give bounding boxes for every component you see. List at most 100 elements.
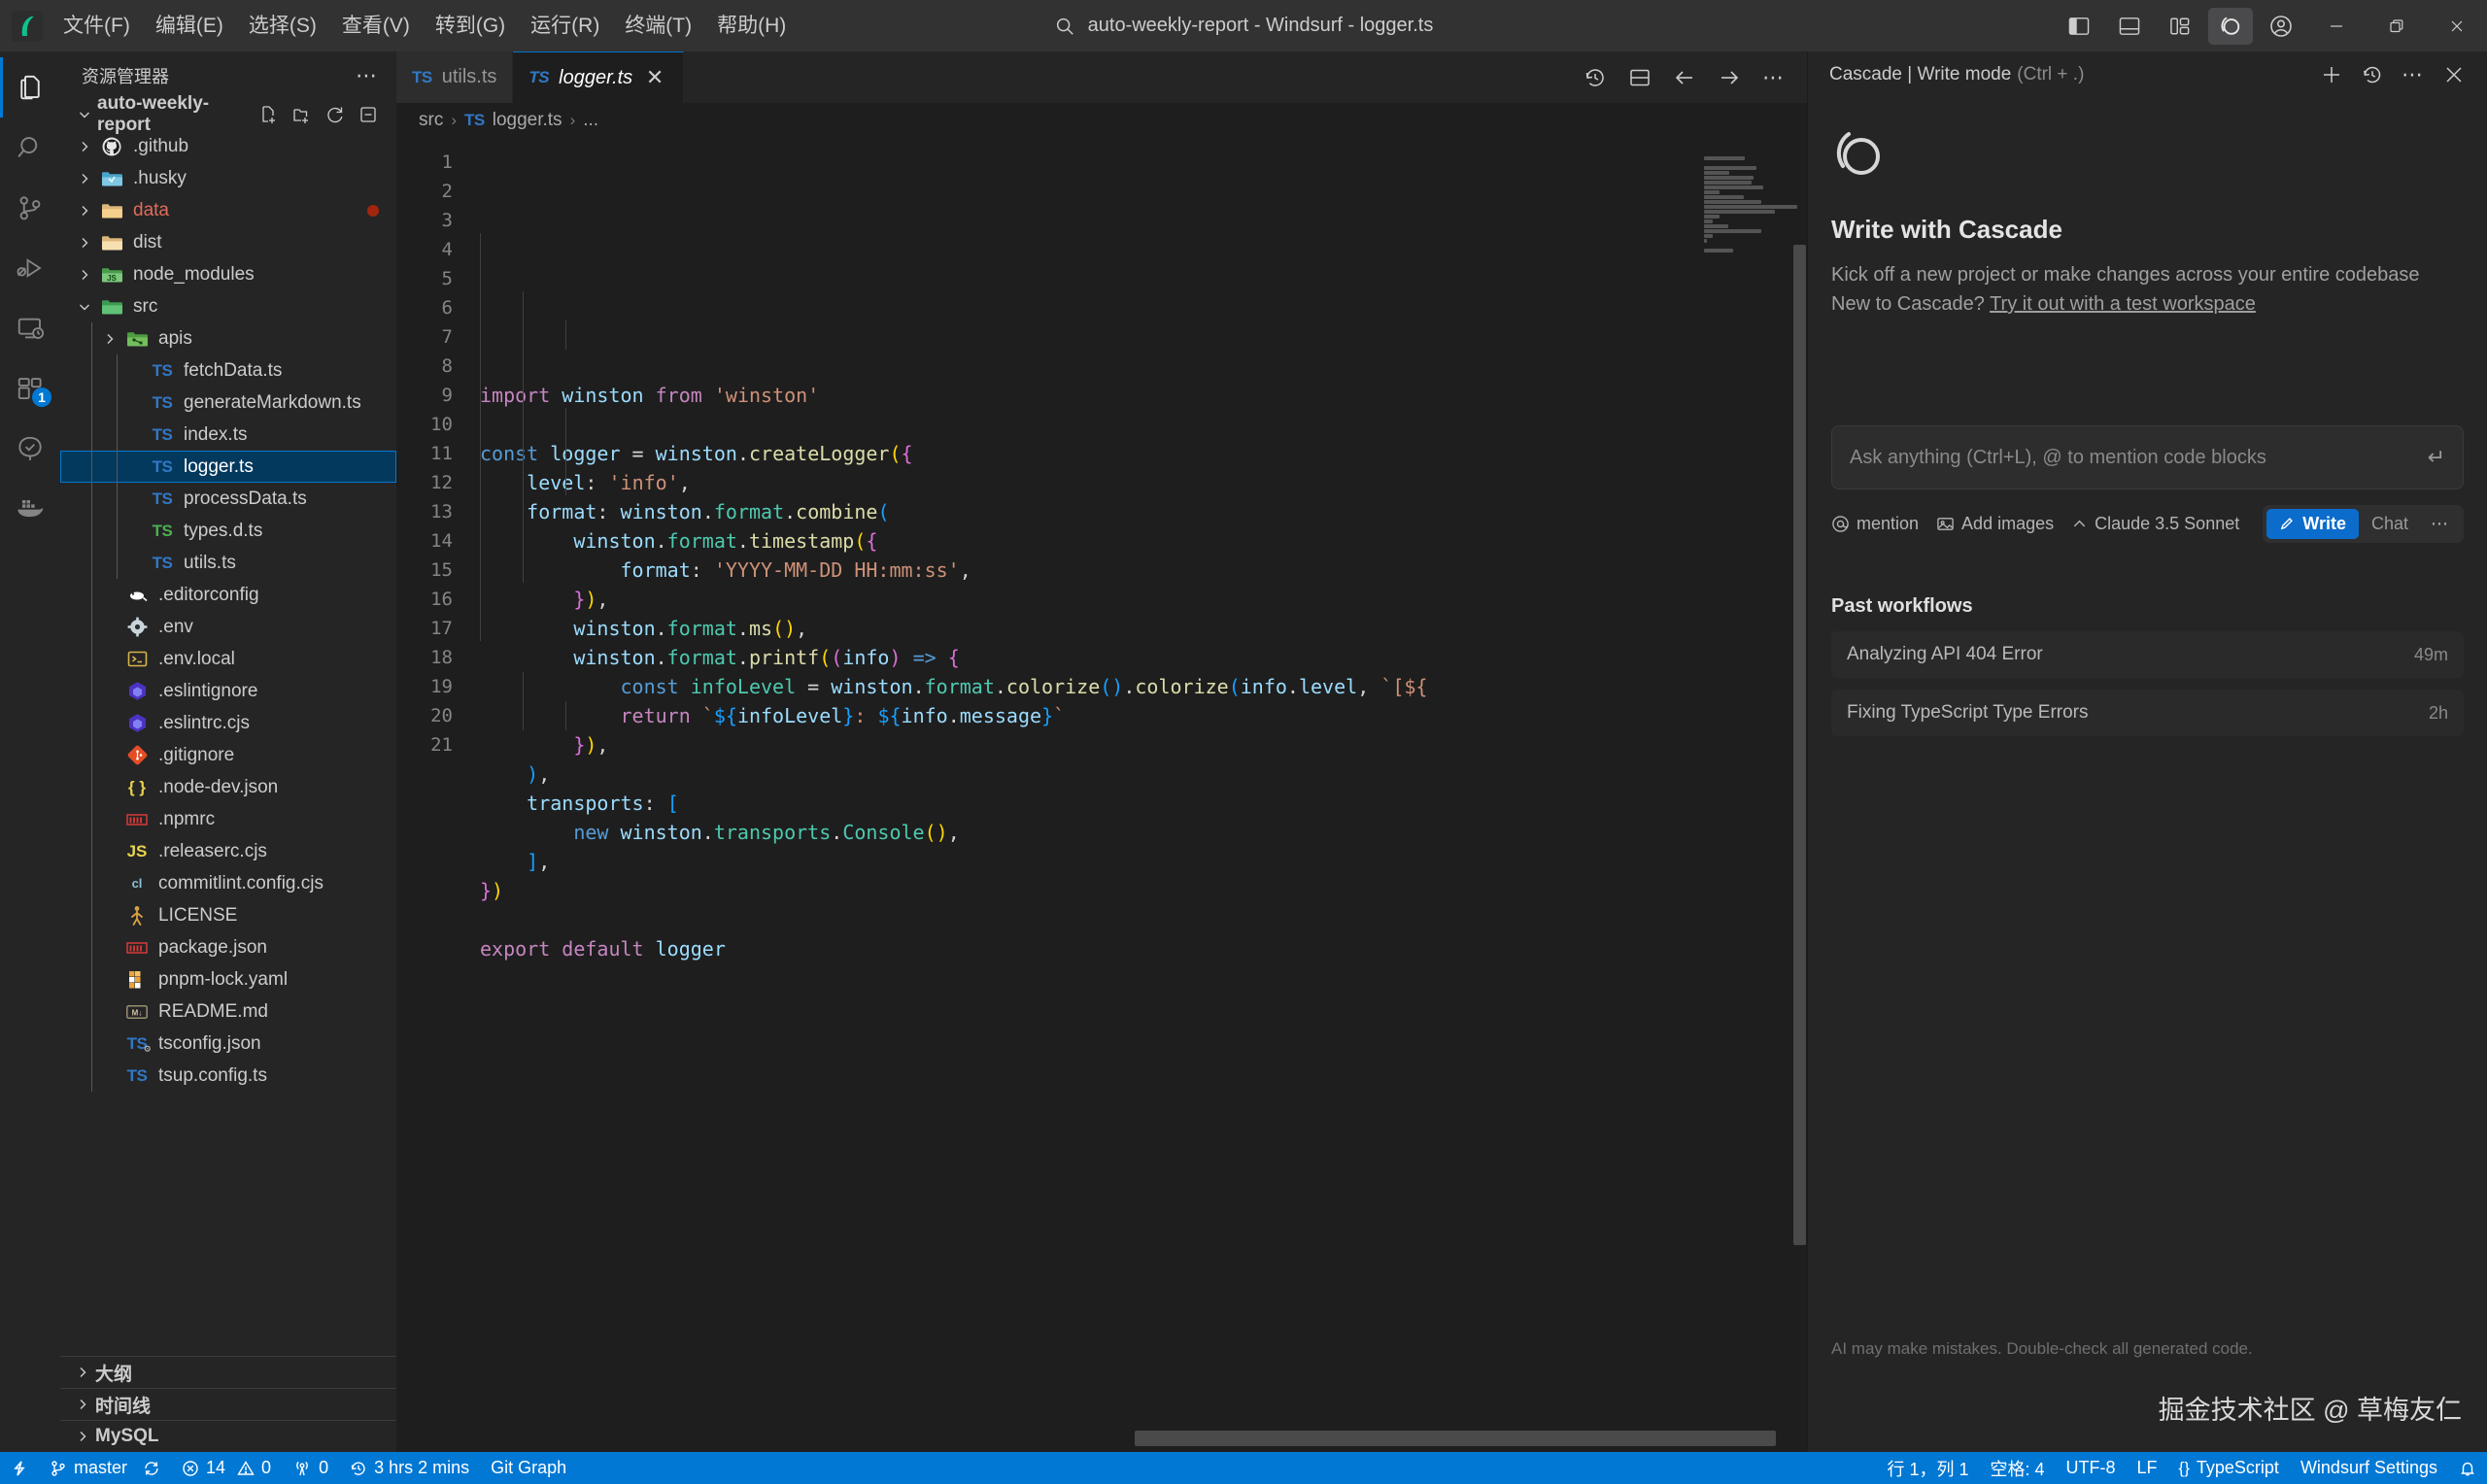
menu-go[interactable]: 转到(G) <box>423 0 518 51</box>
scrollbar-thumb[interactable] <box>1793 245 1806 1245</box>
tab-utils-ts[interactable]: TS utils.ts <box>396 51 514 103</box>
chevron-right-icon[interactable] <box>72 171 97 186</box>
chevron-right-icon[interactable] <box>72 235 97 251</box>
new-file-icon[interactable] <box>255 100 284 129</box>
activity-item-search[interactable] <box>0 118 60 178</box>
menu-help[interactable]: 帮助(H) <box>704 0 799 51</box>
activity-item-remote-explorer[interactable] <box>0 298 60 358</box>
code-editor[interactable]: 1 2 3 4 5 6 7 8 9 10 11 12 13 14 15 16 17 18 19 20 21 import… <box>396 138 1807 1452</box>
timeline-history-icon[interactable] <box>1576 58 1615 97</box>
tree-file-row[interactable]: TS logger.ts <box>60 451 396 483</box>
tree-file-row[interactable]: JS .releaserc.cjs <box>60 835 396 867</box>
breadcrumb-symbol[interactable]: ... <box>583 110 598 131</box>
tree-folder-row[interactable]: JS node_modules <box>60 258 396 290</box>
menu-file[interactable]: 文件(F) <box>51 0 143 51</box>
menu-edit[interactable]: 编辑(E) <box>143 0 236 51</box>
tree-file-row[interactable]: TS index.ts <box>60 419 396 451</box>
status-windsurf-settings[interactable]: Windsurf Settings <box>2290 1452 2448 1484</box>
tree-file-row[interactable]: .gitignore <box>60 739 396 771</box>
menu-run[interactable]: 运行(R) <box>518 0 612 51</box>
past-workflow-item[interactable]: Fixing TypeScript Type Errors 2h <box>1831 690 2464 736</box>
tree-file-row[interactable]: { } .node-dev.json <box>60 771 396 803</box>
toggle-panel-icon[interactable] <box>2107 8 2152 45</box>
breadcrumb-file[interactable]: logger.ts <box>493 110 562 131</box>
code-scroll-area[interactable]: 1 2 3 4 5 6 7 8 9 10 11 12 13 14 15 16 17 18 19 20 21 import… <box>396 138 1700 1452</box>
close-icon[interactable]: ✕ <box>642 65 667 90</box>
tree-file-row[interactable]: .eslintignore <box>60 675 396 707</box>
status-indentation[interactable]: 空格: 4 <box>1980 1452 2056 1484</box>
menu-terminal[interactable]: 终端(T) <box>612 0 704 51</box>
ellipsis-icon[interactable]: ⋯ <box>346 63 389 88</box>
account-icon[interactable] <box>2259 8 2303 45</box>
mode-write-button[interactable]: Write <box>2266 509 2359 539</box>
status-eol[interactable]: LF <box>2127 1452 2168 1484</box>
menu-view[interactable]: 查看(V) <box>329 0 423 51</box>
tab-logger-ts[interactable]: TS logger.ts ✕ <box>513 51 685 103</box>
code-content[interactable]: import winston from 'winston' const logg… <box>466 138 1700 1452</box>
new-folder-icon[interactable] <box>288 100 317 129</box>
close-icon[interactable] <box>2427 0 2487 51</box>
minimap[interactable] <box>1700 138 1807 1452</box>
tree-file-row[interactable]: .npmrc <box>60 803 396 835</box>
status-problems[interactable]: 14 0 <box>171 1452 282 1484</box>
tree-file-row[interactable]: TS generateMarkdown.ts <box>60 387 396 419</box>
panel-timeline[interactable]: 时间线 <box>60 1388 396 1420</box>
activity-item-docker[interactable] <box>0 479 60 539</box>
tree-folder-row[interactable]: apis <box>60 322 396 354</box>
tree-file-row[interactable]: .env.local <box>60 643 396 675</box>
more-actions-icon[interactable]: ⋯ <box>2394 55 2433 94</box>
tree-file-row[interactable]: cl commitlint.config.cjs <box>60 867 396 899</box>
status-time-tracker[interactable]: 3 hrs 2 mins <box>339 1452 480 1484</box>
tree-folder-row[interactable]: .github <box>60 130 396 162</box>
test-workspace-link[interactable]: Try it out with a test workspace <box>1990 293 2256 315</box>
new-conversation-icon[interactable] <box>2312 55 2351 94</box>
tree-file-row[interactable]: TS processData.ts <box>60 483 396 515</box>
minimize-icon[interactable] <box>2306 0 2367 51</box>
tree-folder-row[interactable]: .husky <box>60 162 396 194</box>
model-selector[interactable]: Claude 3.5 Sonnet <box>2071 514 2239 534</box>
status-ports[interactable]: 0 <box>282 1452 339 1484</box>
menu-select[interactable]: 选择(S) <box>236 0 329 51</box>
chevron-right-icon[interactable] <box>97 331 122 347</box>
chevron-down-icon[interactable] <box>72 299 97 315</box>
tree-folder-row[interactable]: data <box>60 194 396 226</box>
collapse-all-icon[interactable] <box>354 100 383 129</box>
customize-layout-icon[interactable] <box>2158 8 2202 45</box>
activity-item-run-and-debug[interactable] <box>0 238 60 298</box>
refresh-icon[interactable] <box>321 100 350 129</box>
past-workflow-item[interactable]: Analyzing API 404 Error 49m <box>1831 631 2464 678</box>
tree-file-row[interactable]: TS types.d.ts <box>60 515 396 547</box>
horizontal-scrollbar[interactable] <box>1135 1431 1807 1452</box>
panel-mysql[interactable]: MySQL <box>60 1420 396 1452</box>
cascade-input-box[interactable]: Ask anything (Ctrl+L), @ to mention code… <box>1831 425 2464 489</box>
cascade-logo-icon[interactable] <box>2208 7 2253 45</box>
restore-icon[interactable] <box>2367 0 2427 51</box>
tree-file-row[interactable]: pnpm-lock.yaml <box>60 963 396 995</box>
tree-file-row[interactable]: TS utils.ts <box>60 547 396 579</box>
split-editor-icon[interactable] <box>1620 58 1659 97</box>
close-icon[interactable] <box>2435 55 2473 94</box>
chevron-right-icon[interactable] <box>72 267 97 283</box>
tree-file-row[interactable]: TS fetchData.ts <box>60 354 396 387</box>
add-images-button[interactable]: Add images <box>1936 514 2054 534</box>
tree-file-row[interactable]: .editorconfig <box>60 579 396 611</box>
activity-item-explorer[interactable] <box>0 57 60 118</box>
tree-folder-row[interactable]: src <box>60 290 396 322</box>
history-icon[interactable] <box>2353 55 2392 94</box>
panel-outline[interactable]: 大纲 <box>60 1356 396 1388</box>
mention-button[interactable]: mention <box>1831 514 1919 534</box>
file-tree[interactable]: auto-weekly-report .github .husky data d… <box>60 94 396 1356</box>
status-cursor-position[interactable]: 行 1，列 1 <box>1876 1452 1979 1484</box>
nav-forward-icon[interactable] <box>1710 58 1749 97</box>
enter-arrow-icon[interactable]: ↵ <box>2428 445 2445 470</box>
status-encoding[interactable]: UTF-8 <box>2056 1452 2127 1484</box>
mode-chat-button[interactable]: Chat <box>2359 509 2421 539</box>
activity-item-source-control[interactable] <box>0 178 60 238</box>
status-remote-indicator[interactable] <box>0 1452 39 1484</box>
toggle-primary-sidebar-icon[interactable] <box>2057 8 2101 45</box>
tree-file-row[interactable]: LICENSE <box>60 899 396 931</box>
nav-back-icon[interactable] <box>1665 58 1704 97</box>
editor-scrollbar[interactable] <box>1793 138 1807 1452</box>
activity-item-testing[interactable] <box>0 419 60 479</box>
status-notifications[interactable] <box>2448 1452 2487 1484</box>
